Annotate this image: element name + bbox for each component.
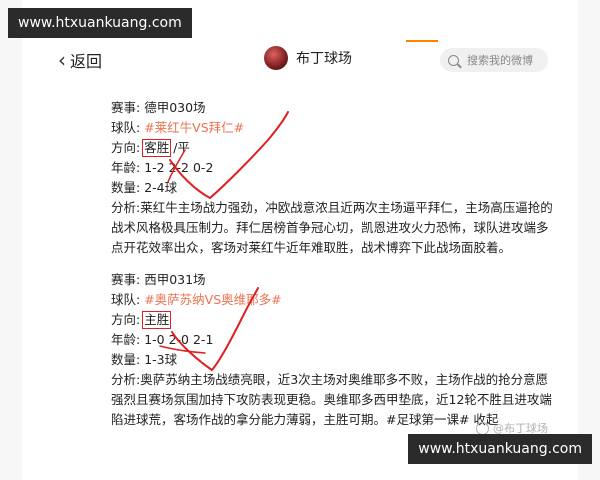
profile-name[interactable]: 布丁球场 — [296, 48, 352, 68]
search-icon — [448, 54, 459, 66]
event-label: 赛事: — [111, 100, 141, 115]
age-label: 年龄: — [111, 160, 141, 175]
teams-label: 球队: — [111, 292, 141, 307]
age-value: 1-0 2-0 2-1 — [144, 332, 214, 347]
count-row: 数量: 1-3球 — [111, 350, 557, 370]
search-input[interactable]: 搜索我的微博 — [440, 48, 548, 72]
teams-hashtag-link[interactable]: #奥萨苏纳VS奥维耶多# — [144, 292, 281, 307]
direction-label: 方向: — [111, 312, 141, 327]
event-value: 德甲030场 — [144, 100, 206, 115]
teams-row: 球队: #莱红牛VS拜仁# — [111, 118, 557, 138]
red-box-annotation — [142, 311, 172, 329]
direction-row: 方向: 主胜 — [111, 310, 557, 330]
avatar[interactable] — [264, 46, 288, 70]
age-label: 年龄: — [111, 332, 141, 347]
direction-highlight: 客胜 — [142, 138, 172, 158]
event-value: 西甲031场 — [144, 272, 206, 287]
watermark-top: www.htxuankuang.com — [8, 8, 192, 38]
age-row: 年龄: 1-0 2-0 2-1 — [111, 330, 557, 350]
direction-row: 方向: 客胜 /平 — [111, 138, 557, 158]
search-placeholder: 搜索我的微博 — [467, 54, 533, 67]
teams-hashtag-link[interactable]: #莱红牛VS拜仁# — [144, 120, 244, 135]
age-value: 1-2 2-2 0-2 — [144, 160, 214, 175]
count-label: 数量: — [111, 352, 141, 367]
direction-rest: /平 — [173, 140, 190, 155]
count-value: 2-4球 — [144, 180, 178, 195]
direction-highlight: 主胜 — [142, 310, 172, 330]
teams-row: 球队: #奥萨苏纳VS奥维耶多# — [111, 290, 557, 310]
watermark-bottom: www.htxuankuang.com — [408, 434, 592, 464]
red-box-annotation — [142, 139, 172, 157]
top-bar: ‹ 返回 布丁球场 搜索我的微博 — [22, 40, 578, 80]
weibo-logo-icon — [476, 421, 489, 435]
back-button[interactable]: ‹ 返回 — [58, 48, 102, 72]
analysis-label: 分析: — [111, 372, 141, 387]
analysis-label: 分析: — [111, 200, 141, 215]
teams-label: 球队: — [111, 120, 141, 135]
analysis-value: 莱红牛主场战力强劲，冲欧战意浓且近两次主场逼平拜仁，主场高压逼抢的战术风格极具压… — [111, 200, 553, 255]
age-row: 年龄: 1-2 2-2 0-2 — [111, 158, 557, 178]
event-label: 赛事: — [111, 272, 141, 287]
back-label: 返回 — [70, 52, 103, 71]
event-row: 赛事: 西甲031场 — [111, 270, 557, 290]
analysis-text: 分析:莱红牛主场战力强劲，冲欧战意浓且近两次主场逼平拜仁，主场高压逼抢的战术风格… — [111, 198, 557, 258]
event-row: 赛事: 德甲030场 — [111, 98, 557, 118]
count-value: 1-3球 — [144, 352, 178, 367]
count-row: 数量: 2-4球 — [111, 178, 557, 198]
chevron-left-icon: ‹ — [58, 48, 66, 72]
post-2: 赛事: 西甲031场 球队: #奥萨苏纳VS奥维耶多# 方向: 主胜 年龄: 1… — [111, 270, 557, 430]
tab-accent-bar — [406, 40, 438, 42]
profile[interactable]: 布丁球场 — [264, 46, 352, 70]
direction-label: 方向: — [111, 140, 141, 155]
count-label: 数量: — [111, 180, 141, 195]
post-1: 赛事: 德甲030场 球队: #莱红牛VS拜仁# 方向: 客胜 /平 年龄: 1… — [111, 98, 557, 258]
